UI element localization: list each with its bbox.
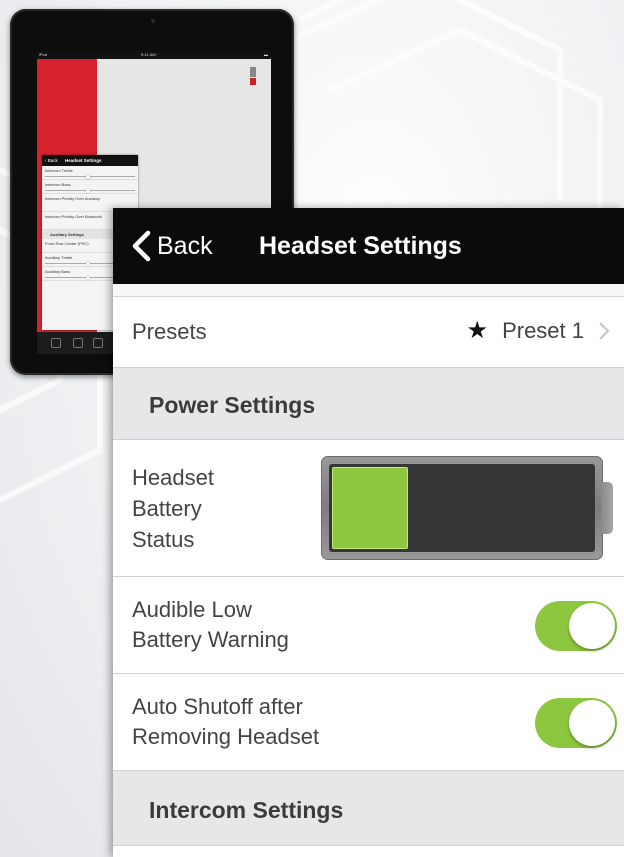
mini-back-button[interactable]: ‹ Back xyxy=(42,158,58,163)
section-title-power: Power Settings xyxy=(149,392,316,418)
battery-terminal xyxy=(601,482,613,534)
chevron-left-icon xyxy=(132,230,151,262)
mini-back-label: Back xyxy=(47,158,58,163)
mini-row-label: Intercom Priority Over Auxiliary xyxy=(45,196,100,201)
ipad-status-bar: iPod 9:41 AM ▬ xyxy=(37,51,271,59)
settings-tab-icon[interactable] xyxy=(51,338,61,348)
battery-status-label: Headset Battery Status xyxy=(132,462,214,555)
preset-value: ★ Preset 1 xyxy=(467,316,610,345)
battery-label-line: Status xyxy=(132,527,195,552)
auto-shutoff-label: Auto Shutoff after Removing Headset xyxy=(132,692,319,752)
mini-nav-bar: ‹ Back Headset Settings xyxy=(42,155,138,166)
refresh-tab-icon[interactable] xyxy=(93,338,103,348)
battery-body xyxy=(329,464,595,552)
section-title-intercom: Intercom Settings xyxy=(149,797,344,823)
status-battery-icon: ▬ xyxy=(264,52,268,57)
status-time: 9:41 AM xyxy=(141,52,156,57)
meter-level-icon xyxy=(250,78,256,85)
label-line: Battery Warning xyxy=(132,627,289,652)
toggle-knob xyxy=(569,603,615,649)
chevron-right-icon xyxy=(599,321,610,340)
meter-bar-icon xyxy=(250,67,256,77)
label-line: Removing Headset xyxy=(132,724,320,749)
presets-row[interactable]: Presets ★ Preset 1 xyxy=(113,297,624,368)
auto-shutoff-row: Auto Shutoff after Removing Headset xyxy=(113,674,624,771)
low-battery-warning-label: Audible Low Battery Warning xyxy=(132,595,289,655)
low-battery-warning-row: Audible Low Battery Warning xyxy=(113,577,624,674)
camera-dot xyxy=(151,19,155,23)
status-carrier: iPod xyxy=(39,52,48,57)
nav-bar: Back Headset Settings xyxy=(113,208,624,284)
mini-slider[interactable] xyxy=(45,188,135,193)
preset-value-label: Preset 1 xyxy=(502,317,584,343)
mini-slider[interactable] xyxy=(45,174,135,179)
battery-status-row: Headset Battery Status xyxy=(113,440,624,577)
star-icon: ★ xyxy=(466,317,489,344)
mini-row-label: Intercom Treble xyxy=(45,168,73,173)
battery-indicator xyxy=(321,456,603,560)
section-header-intercom: Intercom Settings xyxy=(113,771,624,846)
presets-label: Presets xyxy=(132,319,207,344)
auto-shutoff-toggle[interactable] xyxy=(535,698,617,748)
mini-row-label: Intercom Bass xyxy=(45,182,71,187)
list-top-spacer xyxy=(113,284,624,297)
toggle-knob xyxy=(569,700,615,746)
page-title: Headset Settings xyxy=(259,232,462,260)
label-line: Audible Low xyxy=(132,597,252,622)
back-label: Back xyxy=(157,231,213,260)
back-button[interactable]: Back xyxy=(129,230,213,262)
device-tab-icon[interactable] xyxy=(73,338,83,348)
mini-row-intercom-treble: Intercom Treble xyxy=(42,166,138,180)
headset-settings-panel: Back Headset Settings Presets ★ Preset 1… xyxy=(113,208,624,857)
battery-label-line: Battery xyxy=(132,496,202,521)
battery-label-line: Headset xyxy=(132,465,214,490)
label-line: Auto Shutoff after xyxy=(132,694,303,719)
low-battery-warning-toggle[interactable] xyxy=(535,601,617,651)
battery-level-fill xyxy=(332,467,408,549)
mini-title: Headset Settings xyxy=(65,158,102,163)
section-header-power: Power Settings xyxy=(113,368,624,440)
next-row-partial xyxy=(113,846,624,857)
mini-row-intercom-bass: Intercom Bass xyxy=(42,180,138,194)
